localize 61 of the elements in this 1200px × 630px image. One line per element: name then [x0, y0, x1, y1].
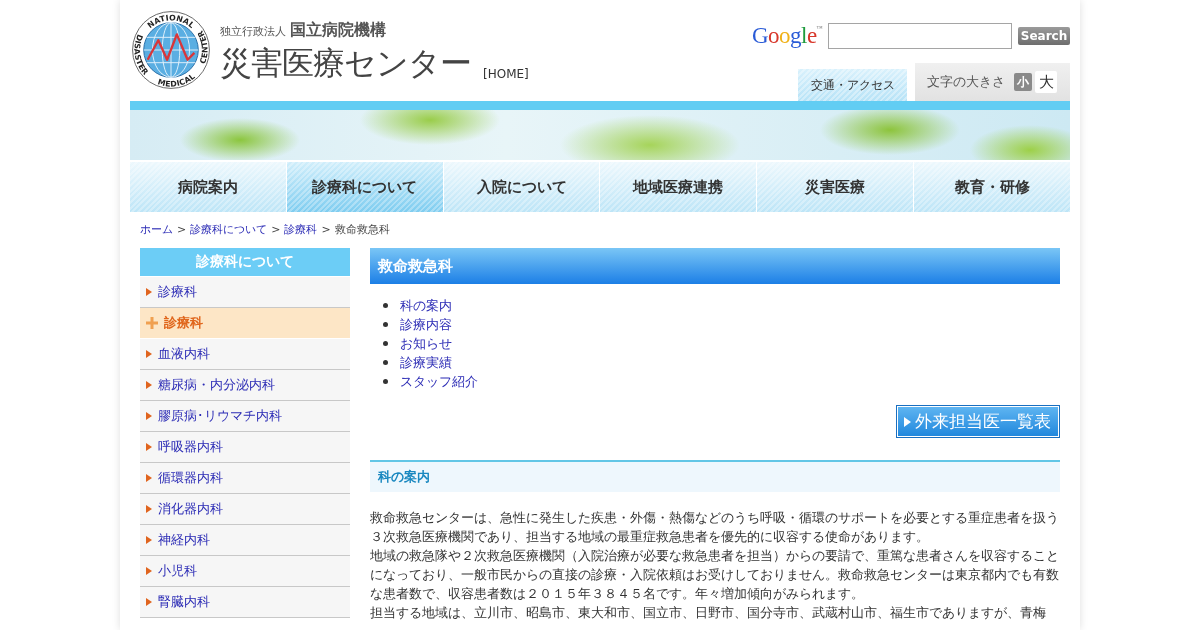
- text-size-label: 文字の大きさ: [927, 73, 1005, 91]
- search-logo: Google$^{™}$: [751, 23, 822, 49]
- body-paragraph: 救命救急センターは、急性に発生した疾患・外傷・熱傷などのうち呼吸・循環のサポートを必要とする重症患者を扱う３次救急医療機関であり、担当する地域の最重症救急患者を優先的に収容する使命があります。: [370, 509, 1060, 546]
- plus-icon: [146, 317, 158, 329]
- section-link[interactable]: 科の案内: [400, 296, 452, 315]
- org-name: 国立病院機構: [290, 20, 386, 41]
- bullet-icon: [383, 341, 388, 346]
- sidebar-item[interactable]: 診療科: [140, 277, 350, 308]
- sidebar-item[interactable]: 神経内科: [140, 525, 350, 556]
- breadcrumb-link[interactable]: ホーム: [140, 222, 173, 238]
- home-link[interactable]: [HOME]: [483, 67, 529, 81]
- site-title: 災害医療センター: [220, 43, 471, 83]
- breadcrumb-link[interactable]: 診療科: [284, 222, 318, 238]
- triangle-icon: [146, 474, 152, 482]
- nav-tab[interactable]: 診療科について: [286, 162, 443, 212]
- triangle-icon: [146, 288, 152, 296]
- triangle-icon: [904, 416, 911, 427]
- sidebar-heading: 診療科について: [140, 248, 350, 276]
- sidebar-item[interactable]: 小児科: [140, 556, 350, 587]
- breadcrumb-separator: >: [321, 222, 331, 238]
- section-link[interactable]: 診療内容: [400, 315, 452, 334]
- bullet-icon: [383, 303, 388, 308]
- org-prefix: 独立行政法人: [220, 24, 286, 39]
- breadcrumb-link[interactable]: 診療科について: [190, 222, 268, 238]
- body-paragraph: 担当する地域は、立川市、昭島市、東大和市、国立市、日野市、国分寺市、武蔵村山市、福生市でありますが、青梅: [370, 604, 1047, 622]
- sidebar-item[interactable]: 循環器内科: [140, 463, 350, 494]
- bullet-icon: [383, 360, 388, 365]
- page-heading: 救命救急科: [370, 248, 1060, 284]
- triangle-icon: [146, 443, 152, 451]
- section-heading: 科の案内: [370, 460, 1060, 492]
- sidebar-item[interactable]: 膠原病･リウマチ内科: [140, 401, 350, 432]
- search-button[interactable]: Search: [1018, 27, 1070, 45]
- nav-tab[interactable]: 災害医療: [757, 162, 914, 212]
- sidebar-item[interactable]: 糖尿病・内分泌内科: [140, 370, 350, 401]
- bullet-icon: [383, 379, 388, 384]
- bullet-icon: [383, 322, 388, 327]
- nav-tab[interactable]: 地域医療連携: [600, 162, 757, 212]
- triangle-icon: [146, 598, 152, 606]
- section-link[interactable]: 診療実績: [400, 353, 452, 372]
- nav-tab[interactable]: 病院案内: [130, 162, 286, 212]
- sidebar-item[interactable]: 血液内科: [140, 339, 350, 370]
- triangle-icon: [146, 536, 152, 544]
- sidebar-item[interactable]: 消化器内科: [140, 494, 350, 525]
- search-field[interactable]: [828, 23, 1012, 49]
- breadcrumb-current: 救命救急科: [334, 222, 390, 238]
- triangle-icon: [146, 412, 152, 420]
- body-paragraph: 地域の救急隊や２次救急医療機関（入院治療が必要な救急患者を担当）からの要請で、重篤な患者さんを収容することになっており、一般市民からの直接の診療・入院依頼はお受けしておりません。救命救急センターは東京都内でも有数な患者数で、収容患者数は２０１５年３８４５名です。年々増加傾向がみられます。: [370, 547, 1060, 603]
- nav-tab[interactable]: 入院について: [443, 162, 600, 212]
- access-link[interactable]: 交通・アクセス: [798, 69, 907, 101]
- breadcrumb-separator: >: [271, 222, 281, 238]
- section-link[interactable]: スタッフ紹介: [400, 372, 478, 391]
- sidebar-item[interactable]: 腎臓内科: [140, 587, 350, 618]
- triangle-icon: [146, 567, 152, 575]
- triangle-icon: [146, 350, 152, 358]
- triangle-icon: [146, 505, 152, 513]
- sidebar-item[interactable]: 呼吸器内科: [140, 432, 350, 463]
- breadcrumb-separator: >: [177, 222, 187, 238]
- triangle-icon: [146, 381, 152, 389]
- text-size-option[interactable]: 大: [1035, 71, 1057, 93]
- section-link[interactable]: お知らせ: [400, 334, 452, 353]
- nav-tab[interactable]: 教育・研修: [914, 162, 1070, 212]
